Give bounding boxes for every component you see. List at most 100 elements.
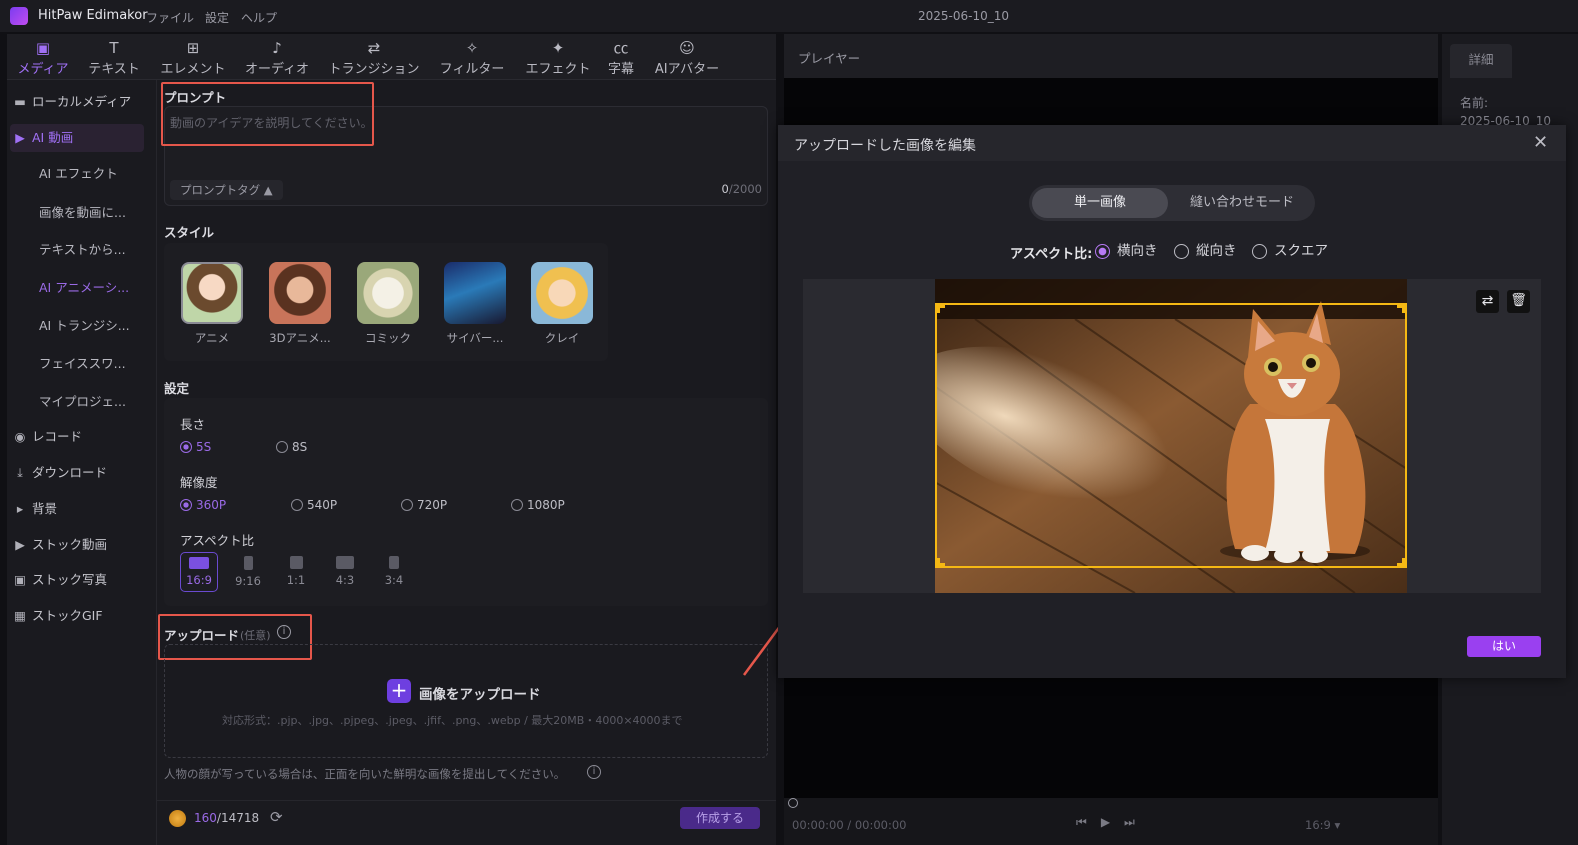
tab-effect[interactable]: ✦ エフェクト — [521, 38, 595, 78]
menu-settings[interactable]: 設定 — [205, 9, 229, 26]
sidebar-item-ai-transition[interactable]: AI トランジシ... — [17, 312, 151, 340]
app-logo-icon — [10, 7, 28, 25]
upload-formats: 対応形式：.pjp、.jpg、.pjpeg、.jpeg、.jfif、.png、.… — [222, 714, 683, 727]
prev-frame-icon[interactable]: ⏮ — [1076, 815, 1101, 829]
project-title: 2025-06-10_10 — [918, 9, 1010, 23]
plus-icon[interactable]: + — [387, 679, 411, 703]
sidebar-item-stock-video[interactable]: ▶ ストック動画 — [10, 531, 144, 559]
crop-frame[interactable] — [935, 303, 1407, 568]
playback-controls: ⏮▶⏭ — [1076, 815, 1149, 830]
sidebar-item-stock-photo[interactable]: ▣ ストック写真 — [10, 566, 144, 594]
refresh-icon[interactable]: ⟳ — [270, 808, 283, 826]
resolution-label: 解像度 — [180, 475, 218, 490]
play-icon[interactable]: ▶ — [1101, 815, 1124, 829]
effect-icon: ✦ — [551, 39, 565, 57]
info-icon[interactable]: i — [587, 765, 601, 779]
player-ratio-select[interactable]: 16:9 ▾ — [1305, 818, 1340, 832]
folder-icon: ▬ — [14, 94, 26, 109]
sidebar-item-face-swap[interactable]: フェイススワ... — [17, 350, 151, 378]
app-name: HitPaw Edimakor — [38, 8, 148, 23]
length-option-8s[interactable]: 8S — [276, 440, 307, 454]
mode-stitch[interactable]: 縫い合わせモード — [1172, 188, 1312, 218]
resolution-option-540p[interactable]: 540P — [291, 498, 337, 512]
sidebar-item-ai-video[interactable]: ▶ AI 動画 — [10, 124, 144, 152]
tab-filter[interactable]: ✧ フィルター — [435, 38, 509, 78]
dialog-aspect-portrait[interactable]: 縦向き — [1174, 243, 1237, 259]
portrait-icon — [243, 556, 253, 570]
element-icon: ⊞ — [186, 39, 200, 57]
title-bar: HitPaw Edimakor ファイル 設定 ヘルプ 2025-06-10_1… — [0, 0, 1578, 32]
caret-right-icon: ▸ — [16, 501, 24, 516]
dialog-aspect-landscape[interactable]: 横向き — [1095, 243, 1158, 259]
tab-text[interactable]: T テキスト — [85, 38, 143, 78]
timeline-handle[interactable] — [788, 798, 798, 808]
aspect-option-1-1[interactable]: 1:1 — [277, 552, 315, 592]
subtitle-icon: ㏄ — [613, 39, 629, 57]
name-label: 名前: — [1460, 96, 1489, 110]
tab-ai-avatar[interactable]: ☺ AIアバター — [651, 38, 723, 78]
aspect-ratio-label: アスペクト比 — [180, 533, 255, 548]
player-title: プレイヤー — [798, 51, 861, 66]
style-label: クレイ — [544, 331, 580, 345]
close-icon[interactable]: ✕ — [1533, 132, 1548, 153]
sidebar-item-ai-animation[interactable]: AI アニメーシ... — [17, 274, 151, 302]
crop-handle-bottom-left[interactable] — [935, 558, 945, 568]
player-time: 00:00:00 / 00:00:00 — [792, 818, 907, 832]
mode-single-image[interactable]: 単一画像 — [1032, 188, 1168, 218]
swap-icon[interactable]: ⇄ — [1476, 290, 1499, 313]
prompt-char-count: 0/2000 — [721, 182, 762, 196]
resolution-option-1080p[interactable]: 1080P — [511, 498, 565, 512]
portrait-icon — [389, 556, 399, 569]
transition-icon: ⇄ — [367, 39, 381, 57]
prompt-tag-button[interactable]: プロンプトタグ ▲ — [170, 180, 283, 200]
style-thumb-3d-anime[interactable] — [269, 262, 331, 324]
upload-image-button[interactable]: 画像をアップロード — [419, 683, 541, 703]
tab-transition[interactable]: ⇄ トランジション — [325, 38, 423, 78]
next-frame-icon[interactable]: ⏭ — [1124, 815, 1149, 829]
ai-video-icon: ▶ — [15, 130, 25, 145]
dialog-aspect-square[interactable]: スクエア — [1252, 243, 1328, 259]
landscape-icon — [189, 557, 209, 569]
sidebar-item-download[interactable]: ⤓ ダウンロード — [10, 459, 144, 487]
crop-handle-bottom-right[interactable] — [1397, 558, 1407, 568]
style-label: アニメ — [194, 331, 230, 345]
tab-audio[interactable]: ♪ オーディオ — [241, 38, 313, 78]
landscape-icon — [336, 556, 354, 569]
length-option-5s[interactable]: 5S — [180, 440, 211, 454]
resolution-option-360p[interactable]: 360P — [180, 498, 226, 512]
sidebar-item-my-projects[interactable]: マイプロジェ... — [17, 388, 151, 416]
style-thumb-anime[interactable] — [181, 262, 243, 324]
style-thumb-clay[interactable] — [531, 262, 593, 324]
tab-details[interactable]: 詳細 — [1450, 44, 1512, 78]
aspect-option-3-4[interactable]: 3:4 — [375, 552, 413, 592]
sidebar-item-stock-gif[interactable]: ▦ ストックGIF — [10, 602, 144, 630]
confirm-button[interactable]: はい — [1467, 636, 1541, 657]
sidebar-item-image-to-video[interactable]: 画像を動画に... — [17, 199, 151, 227]
tab-media[interactable]: ▣ メディア — [15, 38, 71, 78]
dialog-title: アップロードした画像を編集 — [794, 138, 976, 154]
sidebar-item-local-media[interactable]: ▬ ローカルメディア — [10, 88, 144, 116]
dialog-aspect-label: アスペクト比: — [1010, 247, 1093, 262]
menu-help[interactable]: ヘルプ — [241, 9, 277, 26]
sidebar-item-ai-effect[interactable]: AI エフェクト — [17, 160, 151, 188]
aspect-option-16-9[interactable]: 16:9 — [180, 552, 218, 592]
sidebar-item-text-to-video[interactable]: テキストから... — [17, 236, 151, 264]
tab-element[interactable]: ⊞ エレメント — [157, 38, 229, 78]
style-thumb-comic[interactable] — [357, 262, 419, 324]
delete-icon[interactable]: 🗑 — [1507, 290, 1530, 313]
aspect-option-9-16[interactable]: 9:16 — [229, 552, 267, 592]
style-thumb-cyber[interactable] — [444, 262, 506, 324]
record-icon: ◉ — [14, 429, 26, 444]
annotation-box-prompt — [161, 82, 374, 146]
tab-subtitle[interactable]: ㏄字幕 — [605, 38, 637, 78]
crop-handle-top-left[interactable] — [935, 303, 945, 313]
menu-file[interactable]: ファイル — [146, 9, 194, 26]
stock-photo-icon: ▣ — [14, 572, 26, 587]
sidebar-item-record[interactable]: ◉ レコード — [10, 423, 144, 451]
sidebar-item-background[interactable]: ▸ 背景 — [10, 495, 144, 523]
aspect-option-4-3[interactable]: 4:3 — [326, 552, 364, 592]
crop-handle-top-right[interactable] — [1397, 303, 1407, 313]
resolution-option-720p[interactable]: 720P — [401, 498, 447, 512]
style-label: サイバー... — [446, 331, 504, 345]
create-button[interactable]: 作成する — [680, 807, 760, 829]
